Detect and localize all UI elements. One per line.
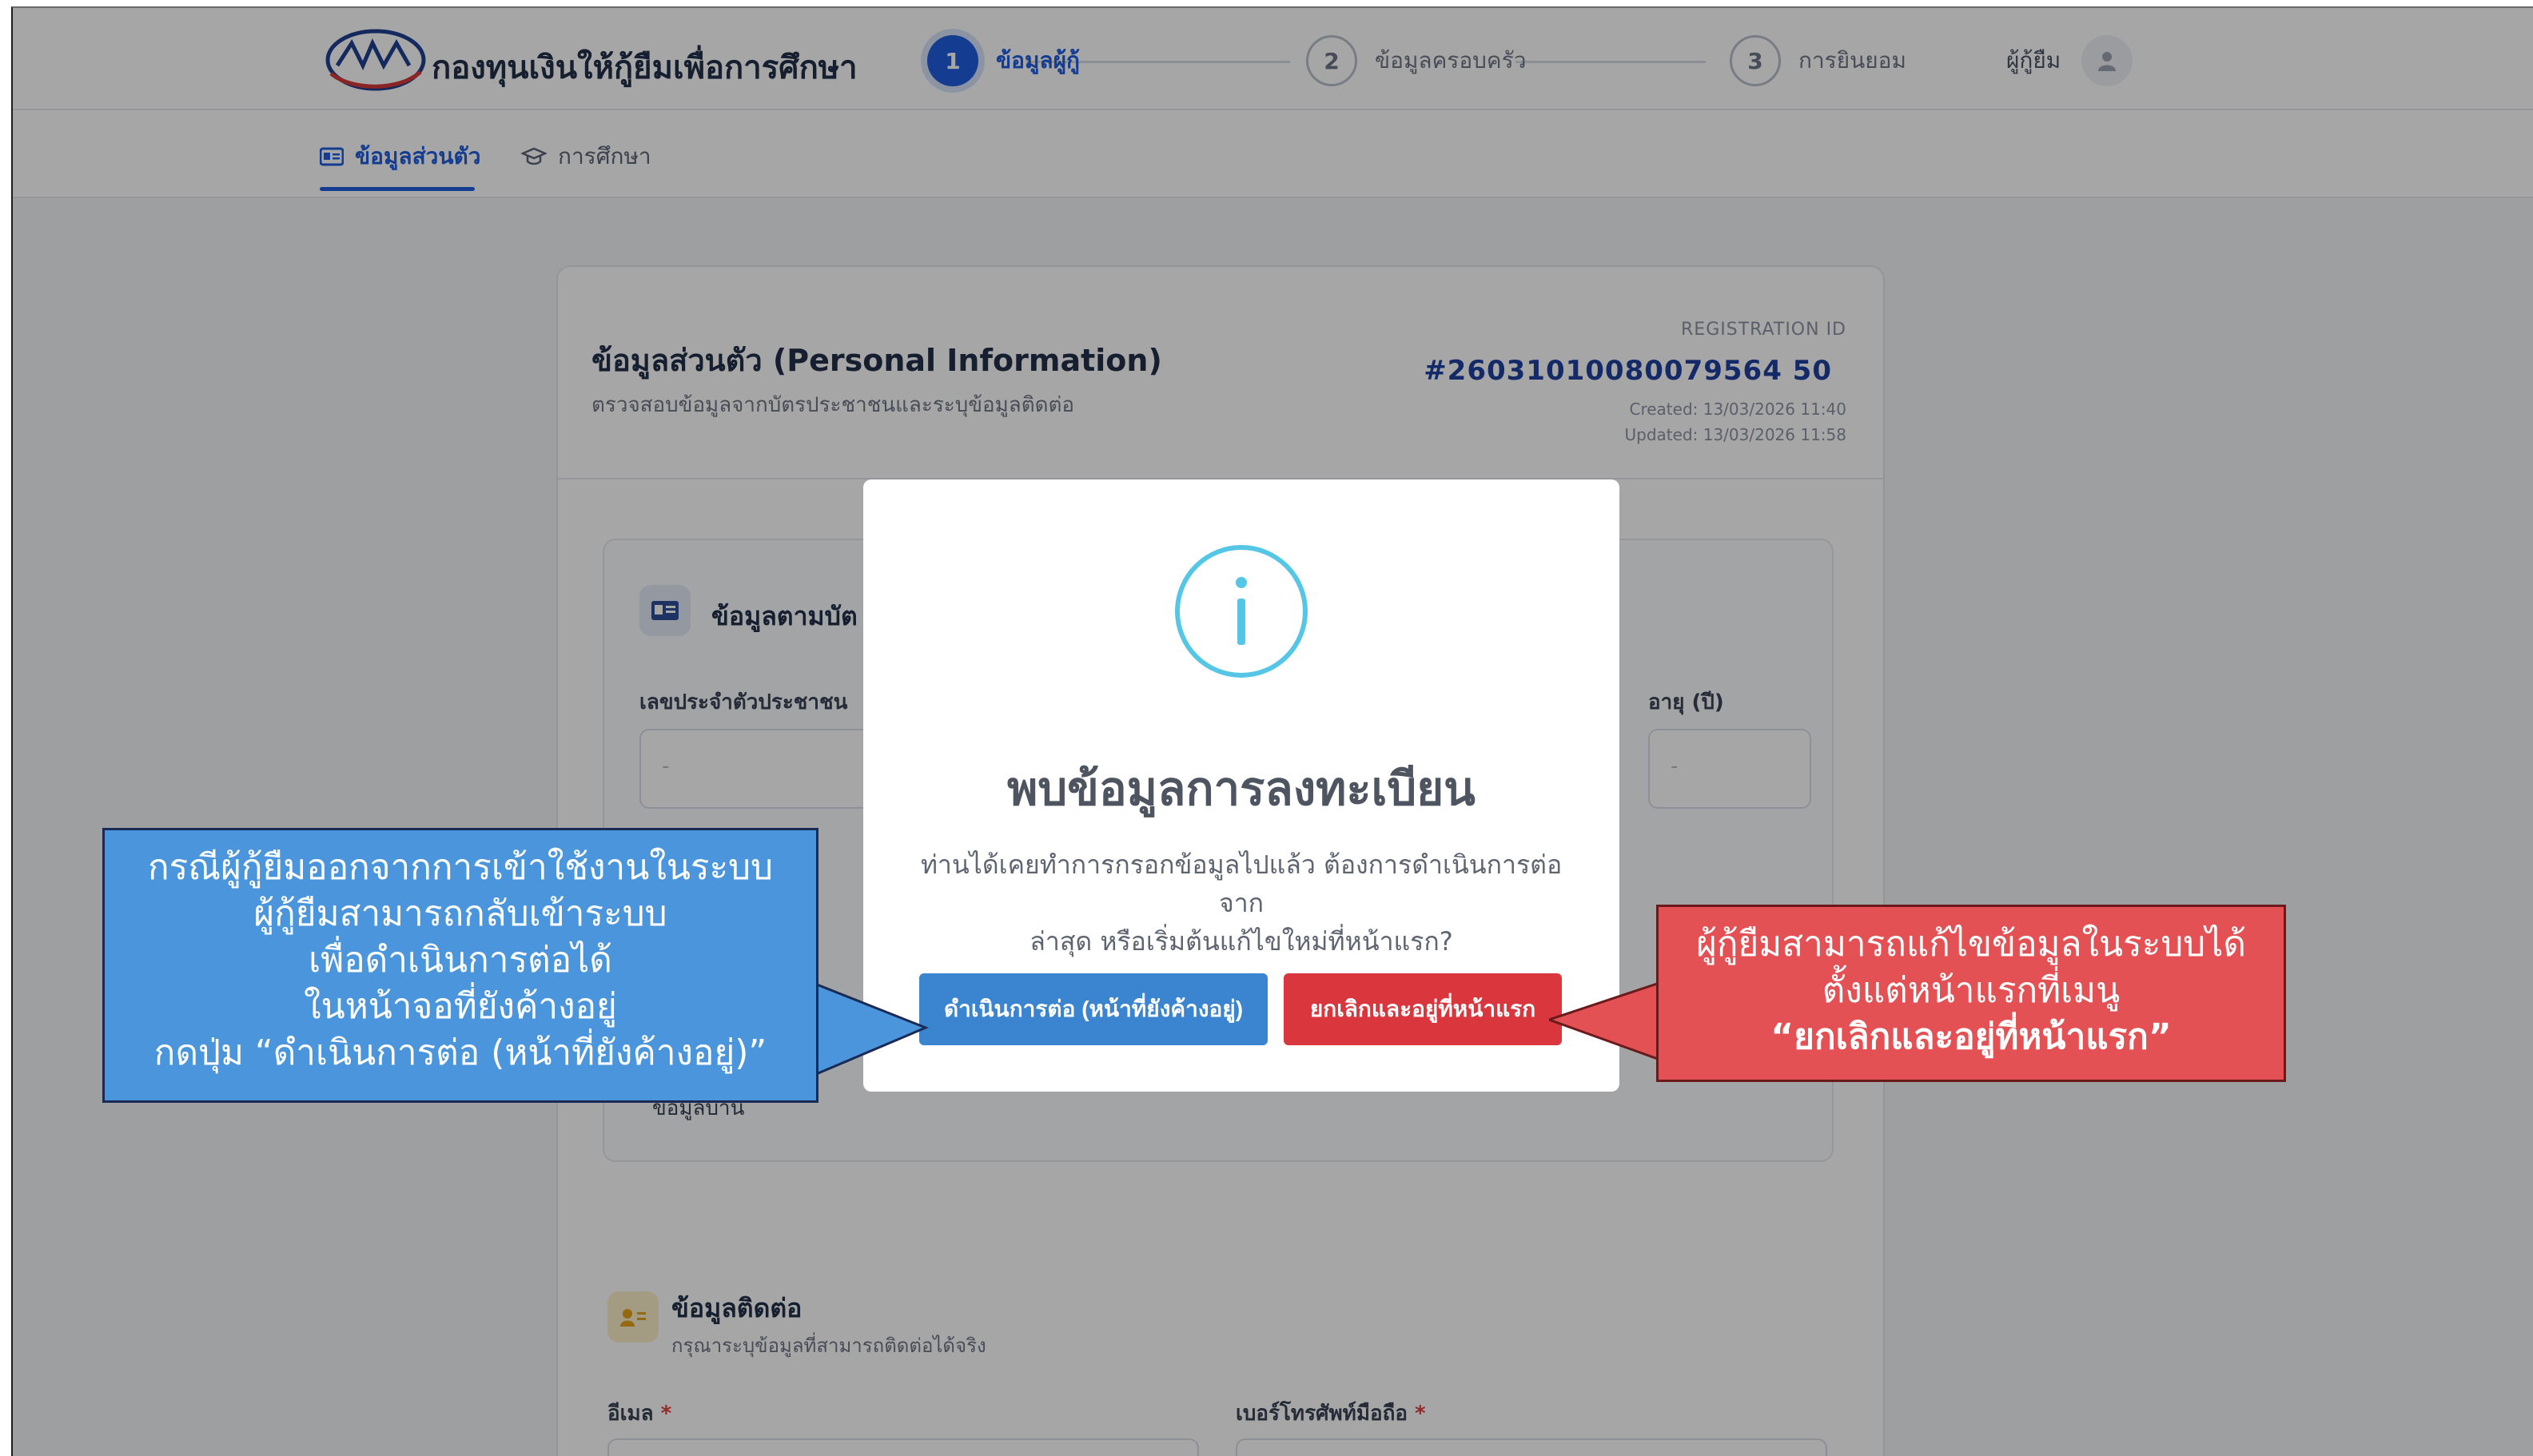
callout-line: เพื่อดำเนินการต่อได้ [309,940,612,981]
callout-line: กรณีผู้กู้ยืมออกจากการเข้าใช้งานในระบบ [147,847,774,888]
dialog-title: พบข้อมูลการลงทะเบียน [1007,762,1476,816]
dialog-message-line: ล่าสุด หรือเริ่มต้นแก้ไขใหม่ที่หน้าแรก? [1030,926,1453,957]
cancel-and-restart-button[interactable]: ยกเลิกและอยู่ที่หน้าแรก [1284,973,1562,1045]
resume-registration-dialog: พบข้อมูลการลงทะเบียน ท่านได้เคยทำการกรอก… [863,479,1619,1092]
continue-instruction-callout: กรณีผู้กู้ยืมออกจากการเข้าใช้งานในระบบ ผ… [102,828,818,1103]
callout-line: ผู้กู้ยืมสามารถแก้ไขข้อมูลในระบบได้ [1696,924,2246,965]
info-icon [1175,545,1308,678]
callout-line: ตั้งแต่หน้าแรกที่เมนู [1822,970,2121,1011]
dialog-message: ท่านได้เคยทำการกรอกข้อมูลไปแล้ว ต้องการด… [903,845,1579,961]
cancel-instruction-callout: ผู้กู้ยืมสามารถแก้ไขข้อมูลในระบบได้ ตั้ง… [1656,905,2286,1082]
continue-button[interactable]: ดำเนินการต่อ (หน้าที่ยังค้างอยู่) [919,973,1268,1045]
callout-pointer [809,980,929,1079]
callout-pointer [1549,980,1664,1063]
callout-line: กดปุ่ม “ดำเนินการต่อ (หน้าที่ยังค้างอยู่… [153,1032,767,1073]
callout-line: ในหน้าจอที่ยังค้างอยู่ [304,986,617,1027]
dialog-message-line: ท่านได้เคยทำการกรอกข้อมูลไปแล้ว ต้องการด… [920,849,1563,918]
callout-line: “ยกเลิกและอยู่ที่หน้าแรก” [1770,1016,2172,1057]
callout-line: ผู้กู้ยืมสามารถกลับเข้าระบบ [253,893,667,934]
app-window: กองทุนเงินให้กู้ยืมเพื่อการศึกษา 1 ข้อมู… [11,6,2533,1456]
